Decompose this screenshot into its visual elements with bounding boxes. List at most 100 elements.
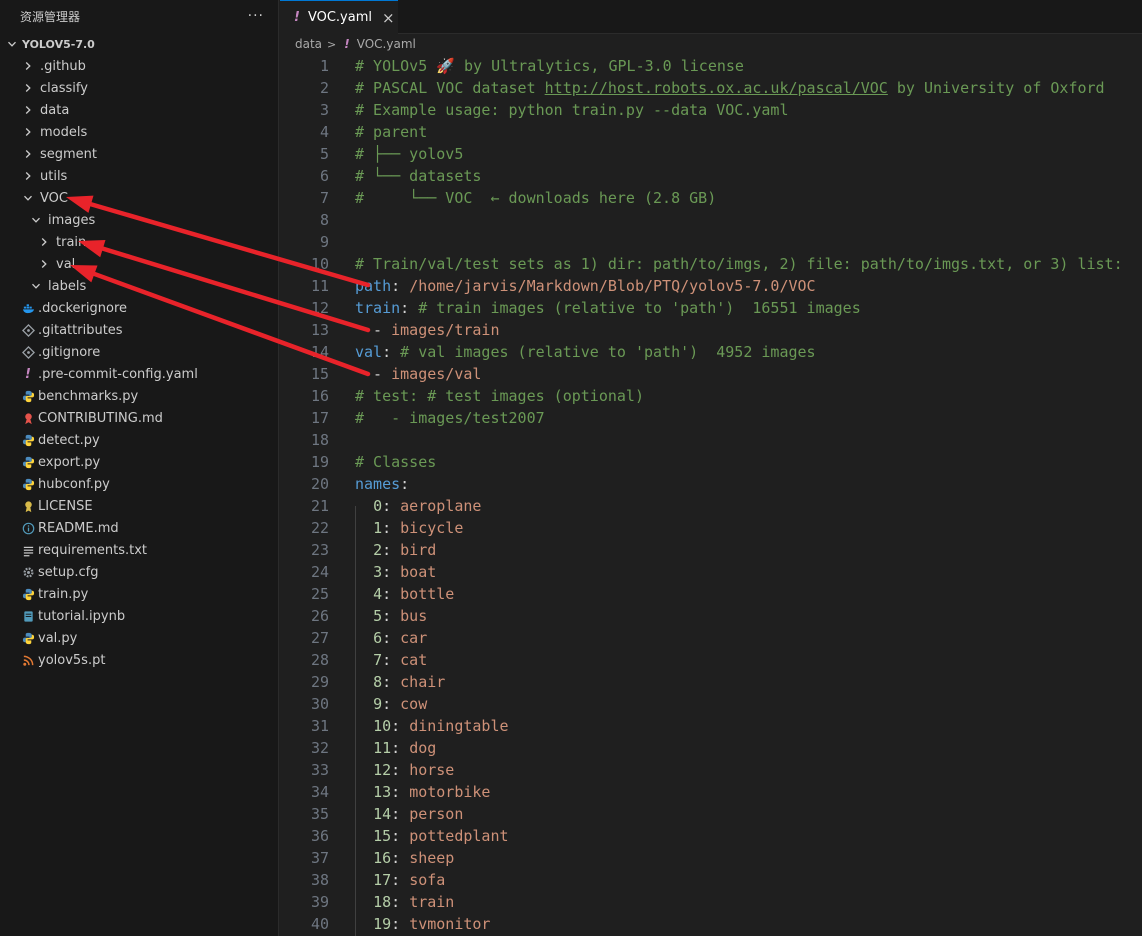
sidebar-item-val-py[interactable]: val.py bbox=[0, 627, 278, 649]
line-number: 32 bbox=[310, 739, 329, 757]
chevron-right-icon bbox=[20, 80, 36, 96]
code-token: : bbox=[382, 673, 401, 691]
code-line-23[interactable]: 23 2: bird bbox=[280, 539, 1142, 561]
code-text: 17: sofa bbox=[355, 869, 445, 891]
sidebar-item-classify[interactable]: classify bbox=[0, 77, 278, 99]
code-token: : bbox=[391, 783, 410, 801]
breadcrumb-folder[interactable]: data bbox=[295, 37, 322, 51]
code-line-28[interactable]: 28 7: cat bbox=[280, 649, 1142, 671]
sidebar-item-data[interactable]: data bbox=[0, 99, 278, 121]
code-token: # - images/test2007 bbox=[355, 409, 545, 427]
code-line-22[interactable]: 22 1: bicycle bbox=[280, 517, 1142, 539]
sidebar-item-val[interactable]: val bbox=[0, 253, 278, 275]
sidebar-item-utils[interactable]: utils bbox=[0, 165, 278, 187]
code-line-6[interactable]: 6 # └── datasets bbox=[280, 165, 1142, 187]
tab-voc-yaml[interactable]: ! VOC.yaml × bbox=[280, 0, 398, 34]
sidebar-item-dockerignore[interactable]: .dockerignore bbox=[0, 297, 278, 319]
code-line-29[interactable]: 29 8: chair bbox=[280, 671, 1142, 693]
code-token: 16 bbox=[373, 849, 392, 867]
code-token: : bbox=[391, 277, 410, 295]
code-line-36[interactable]: 36 15: pottedplant bbox=[280, 825, 1142, 847]
code-line-38[interactable]: 38 17: sofa bbox=[280, 869, 1142, 891]
code-line-26[interactable]: 26 5: bus bbox=[280, 605, 1142, 627]
code-editor[interactable]: 1 # YOLOv5 🚀 by Ultralytics, GPL-3.0 lice… bbox=[280, 55, 1142, 936]
sidebar-item-benchmarks-py[interactable]: benchmarks.py bbox=[0, 385, 278, 407]
code-line-16[interactable]: 16 # test: # test images (optional) bbox=[280, 385, 1142, 407]
code-line-39[interactable]: 39 18: train bbox=[280, 891, 1142, 913]
code-line-31[interactable]: 31 10: diningtable bbox=[280, 715, 1142, 737]
code-line-24[interactable]: 24 3: boat bbox=[280, 561, 1142, 583]
code-line-13[interactable]: 13 - images/train bbox=[280, 319, 1142, 341]
sidebar-item-yolov5s-pt[interactable]: yolov5s.pt bbox=[0, 649, 278, 671]
close-icon[interactable]: × bbox=[382, 9, 395, 27]
code-line-15[interactable]: 15 - images/val bbox=[280, 363, 1142, 385]
code-text: 6: car bbox=[355, 627, 427, 649]
line-number: 18 bbox=[310, 431, 329, 449]
chevron-right-icon bbox=[36, 234, 52, 250]
sidebar-item-gitattributes[interactable]: .gitattributes bbox=[0, 319, 278, 341]
chevron-down-icon bbox=[4, 36, 20, 52]
code-line-25[interactable]: 25 4: bottle bbox=[280, 583, 1142, 605]
code-line-40[interactable]: 40 19: tvmonitor bbox=[280, 913, 1142, 935]
sidebar-item-gitignore[interactable]: .gitignore bbox=[0, 341, 278, 363]
sidebar-item-setup-cfg[interactable]: setup.cfg bbox=[0, 561, 278, 583]
sidebar-item-tutorial-ipynb[interactable]: tutorial.ipynb bbox=[0, 605, 278, 627]
code-line-32[interactable]: 32 11: dog bbox=[280, 737, 1142, 759]
line-number: 7 bbox=[319, 189, 329, 207]
sidebar-item-contributing-md[interactable]: CONTRIBUTING.md bbox=[0, 407, 278, 429]
chevron-right-icon bbox=[20, 168, 36, 184]
sidebar-item-labels[interactable]: labels bbox=[0, 275, 278, 297]
code-line-12[interactable]: 12 train: # train images (relative to 'pa… bbox=[280, 297, 1142, 319]
sidebar-item-voc[interactable]: VOC bbox=[0, 187, 278, 209]
sidebar-item-pre-commit-config-yaml[interactable]: ! .pre-commit-config.yaml bbox=[0, 363, 278, 385]
sidebar-item-label: val bbox=[56, 256, 76, 272]
code-line-3[interactable]: 3 # Example usage: python train.py --data… bbox=[280, 99, 1142, 121]
sidebar-item-license[interactable]: LICENSE bbox=[0, 495, 278, 517]
breadcrumb: data > ! VOC.yaml bbox=[280, 34, 416, 54]
sidebar-item-export-py[interactable]: export.py bbox=[0, 451, 278, 473]
code-line-4[interactable]: 4 # parent bbox=[280, 121, 1142, 143]
yaml-icon: ! bbox=[25, 366, 31, 382]
sidebar-item-label: setup.cfg bbox=[38, 564, 99, 580]
sidebar-item-requirements-txt[interactable]: requirements.txt bbox=[0, 539, 278, 561]
code-line-34[interactable]: 34 13: motorbike bbox=[280, 781, 1142, 803]
code-line-35[interactable]: 35 14: person bbox=[280, 803, 1142, 825]
code-line-18[interactable]: 18 bbox=[280, 429, 1142, 451]
code-line-33[interactable]: 33 12: horse bbox=[280, 759, 1142, 781]
sidebar-item-train[interactable]: train bbox=[0, 231, 278, 253]
sidebar-item-github[interactable]: .github bbox=[0, 55, 278, 77]
code-text: - images/train bbox=[355, 319, 499, 341]
code-token: 6 bbox=[373, 629, 383, 647]
code-line-5[interactable]: 5 # ├── yolov5 bbox=[280, 143, 1142, 165]
code-line-19[interactable]: 19 # Classes bbox=[280, 451, 1142, 473]
code-line-2[interactable]: 2 # PASCAL VOC dataset http://host.robots… bbox=[280, 77, 1142, 99]
code-token: names bbox=[355, 475, 401, 493]
sidebar-item-train-py[interactable]: train.py bbox=[0, 583, 278, 605]
workspace-root[interactable]: YOLOV5-7.0 bbox=[0, 33, 278, 55]
line-number: 1 bbox=[319, 57, 329, 75]
code-line-8[interactable]: 8 bbox=[280, 209, 1142, 231]
code-line-7[interactable]: 7 # └── VOC ← downloads here (2.8 GB) bbox=[280, 187, 1142, 209]
code-line-1[interactable]: 1 # YOLOv5 🚀 by Ultralytics, GPL-3.0 lice… bbox=[280, 55, 1142, 77]
breadcrumb-file[interactable]: VOC.yaml bbox=[357, 37, 416, 51]
sidebar-item-models[interactable]: models bbox=[0, 121, 278, 143]
code-line-30[interactable]: 30 9: cow bbox=[280, 693, 1142, 715]
code-line-9[interactable]: 9 bbox=[280, 231, 1142, 253]
code-line-10[interactable]: 10 # Train/val/test sets as 1) dir: path/… bbox=[280, 253, 1142, 275]
code-line-14[interactable]: 14 val: # val images (relative to 'path')… bbox=[280, 341, 1142, 363]
code-line-11[interactable]: 11 path: /home/jarvis/Markdown/Blob/PTQ/y… bbox=[280, 275, 1142, 297]
code-line-17[interactable]: 17 # - images/test2007 bbox=[280, 407, 1142, 429]
sidebar-item-hubconf-py[interactable]: hubconf.py bbox=[0, 473, 278, 495]
code-line-27[interactable]: 27 6: car bbox=[280, 627, 1142, 649]
line-number: 36 bbox=[310, 827, 329, 845]
sidebar-item-detect-py[interactable]: detect.py bbox=[0, 429, 278, 451]
sidebar-item-readme-md[interactable]: README.md bbox=[0, 517, 278, 539]
sidebar-item-segment[interactable]: segment bbox=[0, 143, 278, 165]
sidebar-item-images[interactable]: images bbox=[0, 209, 278, 231]
code-line-20[interactable]: 20 names: bbox=[280, 473, 1142, 495]
code-line-37[interactable]: 37 16: sheep bbox=[280, 847, 1142, 869]
code-text: 15: pottedplant bbox=[355, 825, 508, 847]
more-actions-icon[interactable]: ··· bbox=[248, 8, 264, 24]
code-line-21[interactable]: 21 0: aeroplane bbox=[280, 495, 1142, 517]
